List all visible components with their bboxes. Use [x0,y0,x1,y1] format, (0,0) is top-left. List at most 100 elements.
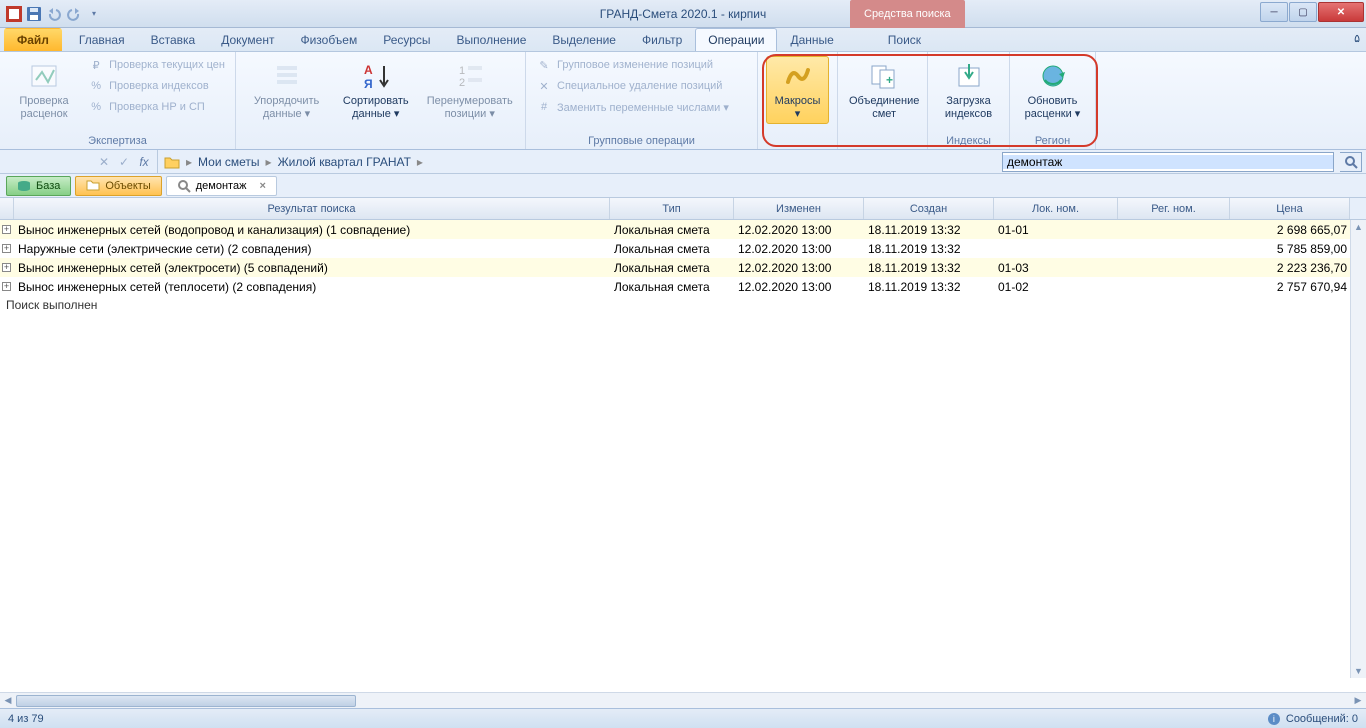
horizontal-scrollbar[interactable]: ◀ ▶ [0,692,1366,708]
expand-icon[interactable]: + [0,225,14,234]
col-price[interactable]: Цена [1230,198,1350,219]
table-row[interactable]: +Наружные сети (электрические сети) (2 с… [0,239,1366,258]
search-input[interactable] [1003,155,1333,169]
folder-icon [86,179,100,193]
tab-file[interactable]: Файл [4,28,62,51]
check-prices-button[interactable]: Проверка расценок [8,56,80,124]
table-row[interactable]: +Вынос инженерных сетей (водопровод и ка… [0,220,1366,239]
svg-text:+: + [886,73,893,87]
col-local-num[interactable]: Лок. ном. [994,198,1118,219]
table-row[interactable]: +Вынос инженерных сетей (теплосети) (2 с… [0,277,1366,296]
macros-button[interactable]: Макросы ▾ [766,56,829,124]
order-data-button[interactable]: Упорядочить данные ▾ [244,56,329,124]
chevron-right-icon[interactable]: ▸ [186,155,192,169]
breadcrumb-root[interactable]: Мои сметы [198,155,260,169]
bulk-change-positions[interactable]: ✎Групповое изменение позиций [534,56,731,74]
group-bulk-ops-label: Групповые операции [534,133,749,147]
check-indexes[interactable]: %Проверка индексов [86,77,227,95]
tab-resources[interactable]: Ресурсы [370,28,443,51]
breadcrumb-folder[interactable]: Жилой квартал ГРАНАТ [278,155,411,169]
group-indexes: Загрузка индексов Индексы [928,52,1010,149]
merge-estimates-button[interactable]: + Объединение смет [846,56,922,124]
expand-icon[interactable]: + [0,263,14,272]
check-icon [28,60,60,92]
col-modified[interactable]: Изменен [734,198,864,219]
qat-dropdown-icon[interactable]: ▾ [86,6,102,22]
money-icon: ₽ [88,57,104,73]
replace-variables-numbers[interactable]: #Заменить переменные числами ▾ [534,98,731,116]
group-bulk-ops: ✎Групповое изменение позиций ✕Специально… [526,52,758,149]
ribbon: Проверка расценок ₽Проверка текущих цен … [0,52,1366,150]
col-created[interactable]: Создан [864,198,994,219]
grid-header: Результат поиска Тип Изменен Создан Лок.… [0,198,1366,220]
renumber-icon: 12 [454,60,486,92]
fbar-cancel-icon[interactable]: ✕ [97,155,111,169]
tab-selection[interactable]: Выделение [539,28,629,51]
close-tab-icon[interactable]: × [259,180,265,192]
table-row[interactable]: +Вынос инженерных сетей (электросети) (5… [0,258,1366,277]
cell-type: Локальная смета [610,223,734,237]
close-button[interactable]: ✕ [1318,2,1364,22]
tab-insert[interactable]: Вставка [138,28,209,51]
svg-text:2: 2 [459,77,465,89]
view-tab-base[interactable]: База [6,176,71,196]
group-expertise-label: Экспертиза [8,133,227,147]
chevron-right-icon[interactable]: ▸ [417,155,423,169]
fbar-accept-icon[interactable]: ✓ [117,155,131,169]
cell-type: Локальная смета [610,242,734,256]
tab-document[interactable]: Документ [208,28,287,51]
tab-main[interactable]: Главная [66,28,138,51]
tab-search[interactable]: Поиск [875,28,934,51]
col-type[interactable]: Тип [610,198,734,219]
cell-created: 18.11.2019 13:32 [864,261,994,275]
check-current-prices[interactable]: ₽Проверка текущих цен [86,56,227,74]
minimize-button[interactable]: ─ [1260,2,1288,22]
view-tab-objects[interactable]: Объекты [75,176,161,196]
group-macros: Макросы ▾ [758,52,838,149]
contextual-tab-search-tools[interactable]: Средства поиска [850,0,965,28]
update-prices-label: Обновить расценки ▾ [1025,95,1081,120]
sort-icon: АЯ [360,60,392,92]
macro-icon [782,60,814,92]
update-prices-button[interactable]: Обновить расценки ▾ [1018,56,1087,124]
fbar-fx-icon[interactable]: fx [137,155,151,169]
load-indexes-label: Загрузка индексов [945,95,992,120]
renumber-button[interactable]: 12 Перенумеровать позиции ▾ [422,56,517,124]
svg-text:Я: Я [364,77,373,91]
view-tab-search-result[interactable]: демонтаж × [166,176,277,196]
chevron-right-icon[interactable]: ▸ [266,155,272,169]
tab-filter[interactable]: Фильтр [629,28,695,51]
maximize-button[interactable]: ▢ [1289,2,1317,22]
cell-price: 2 757 670,94 [1230,280,1366,294]
special-delete-positions[interactable]: ✕Специальное удаление позиций [534,77,731,95]
expand-icon[interactable]: + [0,244,14,253]
col-result[interactable]: Результат поиска [14,198,610,219]
renumber-label: Перенумеровать позиции ▾ [427,95,513,120]
undo-icon[interactable] [46,6,62,22]
col-reg-num[interactable]: Рег. ном. [1118,198,1230,219]
view-tabs: База Объекты демонтаж × [0,174,1366,198]
search-go-button[interactable] [1340,152,1362,172]
tab-data[interactable]: Данные [777,28,846,51]
tab-physvolume[interactable]: Физобъем [287,28,370,51]
folder-icon [164,155,180,169]
redo-icon[interactable] [66,6,82,22]
scroll-right-icon[interactable]: ▶ [1350,695,1366,706]
save-icon[interactable] [26,6,42,22]
hscroll-thumb[interactable] [16,695,356,707]
tab-execution[interactable]: Выполнение [444,28,540,51]
search-status: Поиск выполнен [0,296,1366,314]
ribbon-collapse-icon[interactable]: ۵ [1354,32,1360,45]
group-region-label: Регион [1018,133,1087,147]
expand-icon[interactable]: + [0,282,14,291]
tab-operations[interactable]: Операции [695,28,777,51]
order-data-label: Упорядочить данные ▾ [254,95,319,120]
sort-data-button[interactable]: АЯ Сортировать данные ▾ [335,56,416,124]
scroll-left-icon[interactable]: ◀ [0,695,16,706]
vertical-scrollbar[interactable] [1350,220,1366,678]
window-controls: ─ ▢ ✕ [1260,2,1364,22]
load-indexes-button[interactable]: Загрузка индексов [936,56,1001,124]
info-icon[interactable]: i [1268,713,1280,725]
group-region: Обновить расценки ▾ Регион [1010,52,1096,149]
check-nr-sp[interactable]: %Проверка НР и СП [86,98,227,116]
